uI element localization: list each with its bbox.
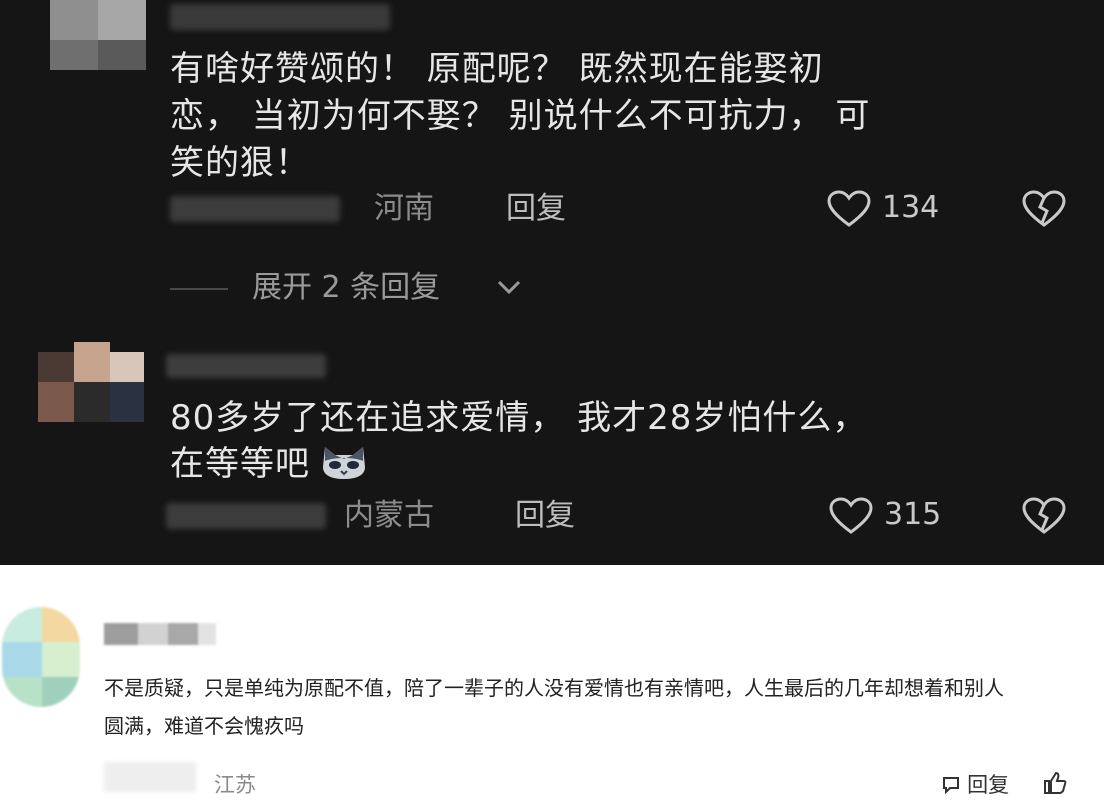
light-comment-panel: 不是质疑，只是单纯为原配不值，陪了一辈子的人没有爱情也有亲情吧，人生最后的几年却… [0, 565, 1104, 806]
comment-text-line-3: 笑的狠！ [170, 143, 310, 183]
avatar[interactable] [30, 342, 146, 434]
cat-face-emoji-icon [323, 447, 366, 479]
avatar[interactable] [2, 607, 80, 707]
dark-comment-panel: 有啥好赞颂的！ 原配呢？ 既然现在能娶初 恋， 当初为何不娶？ 别说什么不可抗力… [0, 0, 1104, 565]
broken-heart-icon[interactable] [1020, 190, 1068, 228]
like-count: 134 [882, 190, 940, 225]
like-button[interactable]: 134 [826, 188, 956, 230]
comment-text-line-2: 圆满，难道不会愧疚吗 [104, 714, 304, 738]
timestamp-redacted [104, 762, 196, 792]
chevron-down-icon [497, 280, 521, 295]
thumbs-up-icon[interactable] [1042, 771, 1068, 795]
reply-button[interactable]: 回复 [515, 496, 575, 536]
comment-text-line-1: 80多岁了还在追求爱情， 我才28岁怕什么， [170, 398, 868, 438]
comment-text-line-2: 在等等吧 [170, 444, 310, 484]
heart-outline-icon [827, 190, 871, 227]
location-label: 河南 [374, 191, 434, 226]
reply-action[interactable]: 回复 [940, 770, 1009, 800]
username-redacted[interactable] [104, 623, 216, 645]
like-count: 315 [884, 497, 942, 532]
location-label: 内蒙古 [344, 498, 434, 533]
comment-text-line-1: 有啥好赞颂的！ 原配呢？ 既然现在能娶初 [170, 49, 824, 89]
timestamp-redacted [166, 503, 326, 529]
timestamp-redacted [170, 196, 340, 222]
like-button[interactable]: 315 [828, 495, 958, 537]
reply-label: 回复 [967, 773, 1010, 797]
divider-line [170, 288, 228, 290]
broken-heart-icon[interactable] [1020, 497, 1068, 535]
heart-outline-icon [829, 497, 873, 534]
comment-text-line-1: 不是质疑，只是单纯为原配不值，陪了一辈子的人没有爱情也有亲情吧，人生最后的几年却… [104, 676, 1004, 700]
comment-text-line-2: 恋， 当初为何不娶？ 别说什么不可抗力， 可 [170, 96, 871, 136]
expand-replies-label: 展开 2 条回复 [252, 270, 441, 305]
comment-text-line-2-row: 在等等吧 [170, 441, 369, 487]
username-redacted[interactable] [170, 4, 390, 30]
avatar[interactable] [38, 0, 148, 72]
username-redacted[interactable] [166, 354, 326, 378]
location-label: 江苏 [214, 773, 256, 797]
comment-bubble-icon [943, 777, 959, 795]
reply-button[interactable]: 回复 [506, 189, 566, 229]
expand-replies[interactable]: 展开 2 条回复 [170, 266, 550, 310]
